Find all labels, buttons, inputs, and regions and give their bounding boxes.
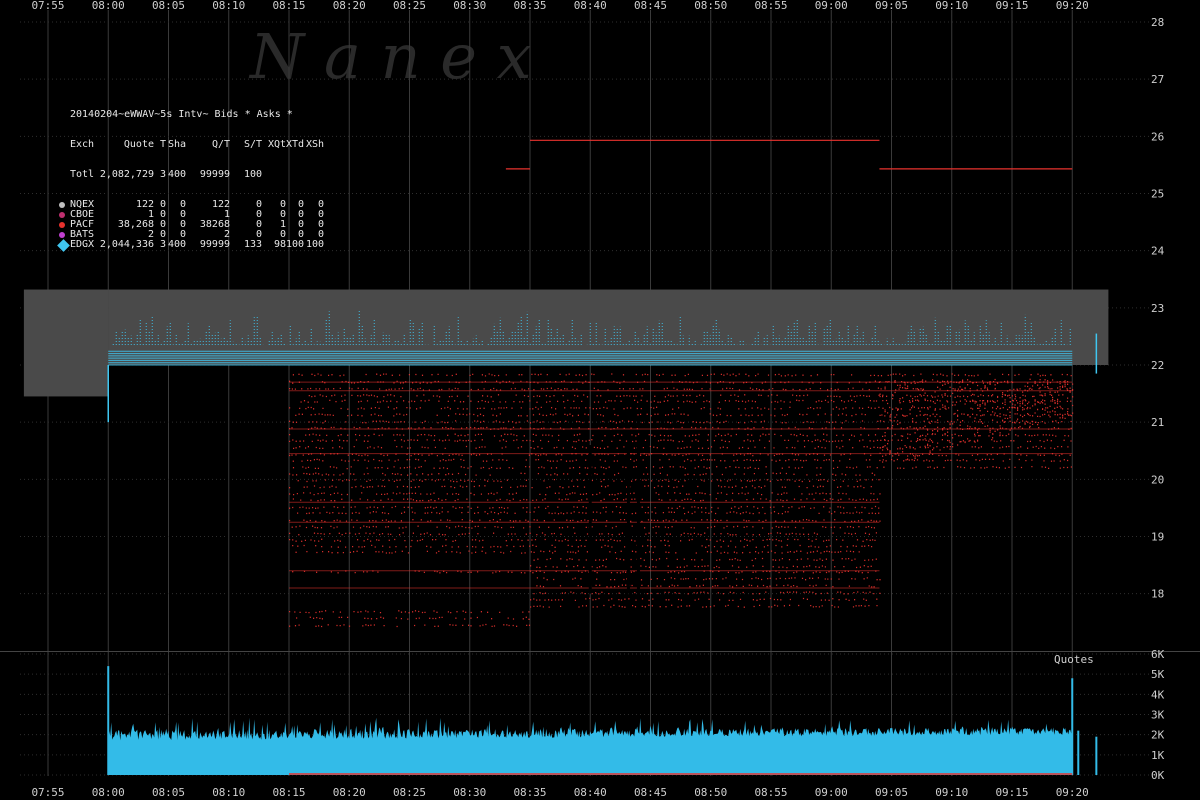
legend-cell: Quote — [123, 139, 154, 150]
legend-row-edgx: EDGX 2,044,336 3 400 99999 133 98 100 100 — [57, 239, 358, 252]
x-tick-label-top: 09:05 — [875, 0, 908, 12]
legend-cell: XQt — [267, 139, 286, 150]
x-tick-label-bottom: 07:55 — [31, 786, 64, 799]
x-tick-label-bottom: 09:20 — [1056, 786, 1089, 799]
dot-marker-icon — [59, 232, 65, 238]
nbbo-band — [23, 289, 1109, 397]
x-tick-label-bottom: 08:25 — [393, 786, 426, 799]
y-tick-label: 27 — [1151, 73, 1164, 86]
x-tick-label-top: 08:30 — [453, 0, 486, 12]
x-tick-label-top: 08:50 — [694, 0, 727, 12]
x-tick-label-bottom: 09:05 — [875, 786, 908, 799]
legend-cell: 2,082,729 — [99, 169, 154, 180]
volume-tick-label: 0K — [1151, 769, 1165, 782]
dot-marker-icon — [59, 222, 65, 228]
y-tick-label: 19 — [1151, 531, 1164, 544]
legend-row-pacf: PACF 38,268 0 0 38268 0 1 0 0 — [58, 220, 358, 230]
legend-cell: XSh — [305, 139, 324, 150]
legend-cell: 100 — [285, 239, 304, 250]
legend-cell: 400 — [167, 169, 186, 180]
pacf-bid-dots — [289, 373, 1074, 628]
volume-tick-label: 3K — [1151, 709, 1165, 722]
legend-cell: 99999 — [199, 239, 230, 250]
x-tick-label-top: 09:10 — [935, 0, 968, 12]
x-tick-label-top: 08:45 — [634, 0, 667, 12]
x-tick-label-bottom: 08:10 — [212, 786, 245, 799]
volume-tick-label: 6K — [1151, 648, 1165, 661]
x-tick-label-top: 08:20 — [333, 0, 366, 12]
nbbo-band-segment — [23, 289, 109, 397]
legend-cell: S/T — [243, 139, 262, 150]
legend-cell: T — [159, 139, 166, 150]
x-tick-label-top: 08:00 — [92, 0, 125, 12]
watermark-text: N a n e x — [248, 20, 532, 93]
x-tick-label-bottom: 08:45 — [634, 786, 667, 799]
x-tick-label-bottom: 08:15 — [272, 786, 305, 799]
legend-cell: 400 — [167, 239, 186, 250]
x-tick-label-top: 08:55 — [754, 0, 787, 12]
dot-marker-icon — [59, 212, 65, 218]
legend-cell: 99999 — [199, 169, 230, 180]
x-tick-label-bottom: 08:55 — [754, 786, 787, 799]
volume-tick-label: 4K — [1151, 688, 1165, 701]
dot-marker-icon — [59, 202, 65, 208]
y-tick-label: 24 — [1151, 245, 1165, 258]
legend-cell: Sha — [167, 139, 186, 150]
legend: 20140204~eWWAV~5s Intv~ Bids * Asks * Ex… — [57, 90, 358, 260]
legend-cell: 100 — [243, 169, 262, 180]
x-tick-label-bottom: 08:50 — [694, 786, 727, 799]
y-axis-labels: 18 19 20 21 22 23 24 25 26 27 28 0K 1K 2K 3K 4K 5K 6K — [1151, 16, 1165, 782]
diamond-marker-icon — [57, 239, 70, 252]
y-tick-label: 23 — [1151, 302, 1164, 315]
legend-row-nqex: NQEX 122 0 0 122 0 0 0 0 — [58, 200, 358, 210]
legend-cell: Totl — [70, 169, 95, 180]
y-tick-label: 20 — [1151, 473, 1164, 486]
legend-exchange-rows: NQEX 122 0 0 122 0 0 0 0 CBOE 1 0 0 1 0 0 0 0 PACF 38,268 0 0… — [57, 200, 358, 252]
y-tick-label: 25 — [1151, 187, 1164, 200]
legend-cell: Q/T — [211, 139, 230, 150]
x-tick-label-top: 08:05 — [152, 0, 185, 12]
x-tick-label-top: 08:25 — [393, 0, 426, 12]
legend-total-row: Totl 2,082,729 3 400 99999 100 — [58, 170, 358, 180]
legend-title: 20140204~eWWAV~5s Intv~ Bids * Asks * — [70, 109, 293, 120]
x-tick-label-bottom: 08:00 — [92, 786, 125, 799]
volume-tick-label: 5K — [1151, 668, 1165, 681]
y-tick-label: 22 — [1151, 359, 1164, 372]
x-tick-label-top: 09:15 — [995, 0, 1028, 12]
x-tick-label-bottom: 09:15 — [995, 786, 1028, 799]
quote-volume-bars — [107, 666, 1098, 775]
y-tick-label: 21 — [1151, 416, 1164, 429]
legend-cell: 3 — [159, 239, 166, 250]
x-tick-label-bottom: 09:00 — [815, 786, 848, 799]
x-tick-label-bottom: 08:35 — [513, 786, 546, 799]
volume-tick-label: 2K — [1151, 729, 1165, 742]
volume-tick-label: 1K — [1151, 749, 1165, 762]
x-tick-label-top: 07:55 — [31, 0, 64, 12]
legend-cell: 2,044,336 — [99, 239, 154, 250]
legend-cell: EDGX — [70, 239, 95, 250]
legend-header-row: Exch Quote T Sha Q/T S/T XQt XTd XSh — [58, 140, 358, 150]
x-tick-label-bottom: 08:40 — [574, 786, 607, 799]
x-tick-label-top: 08:40 — [574, 0, 607, 12]
x-tick-label-top: 08:10 — [212, 0, 245, 12]
legend-cell: 3 — [159, 169, 166, 180]
x-tick-label-bottom: 08:05 — [152, 786, 185, 799]
pacf-quotes — [289, 139, 1074, 628]
y-tick-label: 28 — [1151, 16, 1164, 29]
legend-cell: 100 — [305, 239, 324, 250]
legend-cell: 98 — [273, 239, 286, 250]
y-tick-label: 26 — [1151, 130, 1164, 143]
x-tick-label-bottom: 09:10 — [935, 786, 968, 799]
x-tick-label-bottom: 08:20 — [333, 786, 366, 799]
x-tick-label-top: 09:20 — [1056, 0, 1089, 12]
legend-cell: XTd — [285, 139, 304, 150]
x-tick-label-top: 09:00 — [815, 0, 848, 12]
legend-cell: Exch — [70, 139, 95, 150]
volume-panel-label: Quotes — [1054, 653, 1094, 666]
y-tick-label: 18 — [1151, 588, 1164, 601]
x-tick-label-top: 08:35 — [513, 0, 546, 12]
legend-cell: 133 — [243, 239, 262, 250]
x-tick-label-bottom: 08:30 — [453, 786, 486, 799]
x-tick-label-top: 08:15 — [272, 0, 305, 12]
